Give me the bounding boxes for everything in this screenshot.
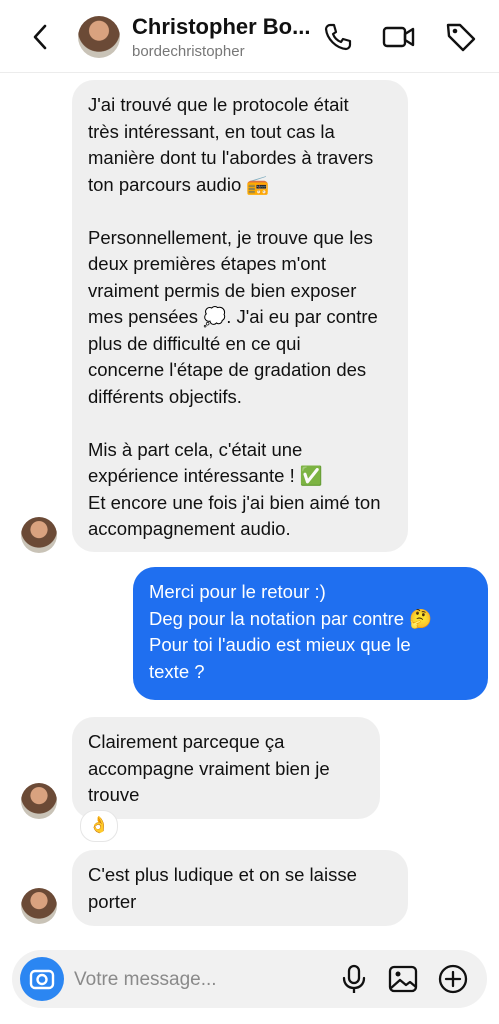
- contact-username: bordechristopher: [132, 43, 245, 60]
- tag-button[interactable]: [444, 20, 478, 54]
- add-button[interactable]: [436, 962, 470, 996]
- sender-avatar[interactable]: [21, 783, 57, 819]
- chevron-left-icon: [33, 24, 47, 50]
- phone-icon: [324, 23, 352, 51]
- message-input[interactable]: [72, 960, 336, 1000]
- contact-name[interactable]: Christopher Bo...: [132, 14, 310, 40]
- back-button[interactable]: [26, 22, 56, 52]
- call-button[interactable]: [321, 20, 355, 54]
- outgoing-message-bubble[interactable]: Merci pour le retour :) Deg pour la nota…: [133, 567, 488, 700]
- microphone-icon: [342, 964, 366, 993]
- message-composer: [12, 950, 487, 1008]
- incoming-message-bubble[interactable]: Clairement parceque ça accompagne vraime…: [72, 717, 380, 819]
- chat-header: Christopher Bo... bordechristopher: [0, 0, 499, 73]
- tag-icon: [446, 23, 476, 52]
- message-reaction[interactable]: 👌: [80, 810, 118, 842]
- camera-button[interactable]: [20, 957, 64, 1001]
- camera-icon: [29, 969, 55, 990]
- sender-avatar[interactable]: [21, 517, 57, 553]
- video-call-button[interactable]: [382, 20, 416, 54]
- incoming-message-bubble[interactable]: C'est plus ludique et on se laisse porte…: [72, 850, 408, 926]
- image-gallery-icon: [388, 965, 418, 993]
- microphone-button[interactable]: [337, 962, 371, 996]
- video-camera-icon: [382, 26, 415, 48]
- incoming-message-bubble[interactable]: J'ai trouvé que le protocole était très …: [72, 80, 408, 552]
- plus-circle-icon: [438, 964, 468, 994]
- sender-avatar[interactable]: [21, 888, 57, 924]
- contact-avatar[interactable]: [78, 16, 120, 58]
- gallery-button[interactable]: [386, 962, 420, 996]
